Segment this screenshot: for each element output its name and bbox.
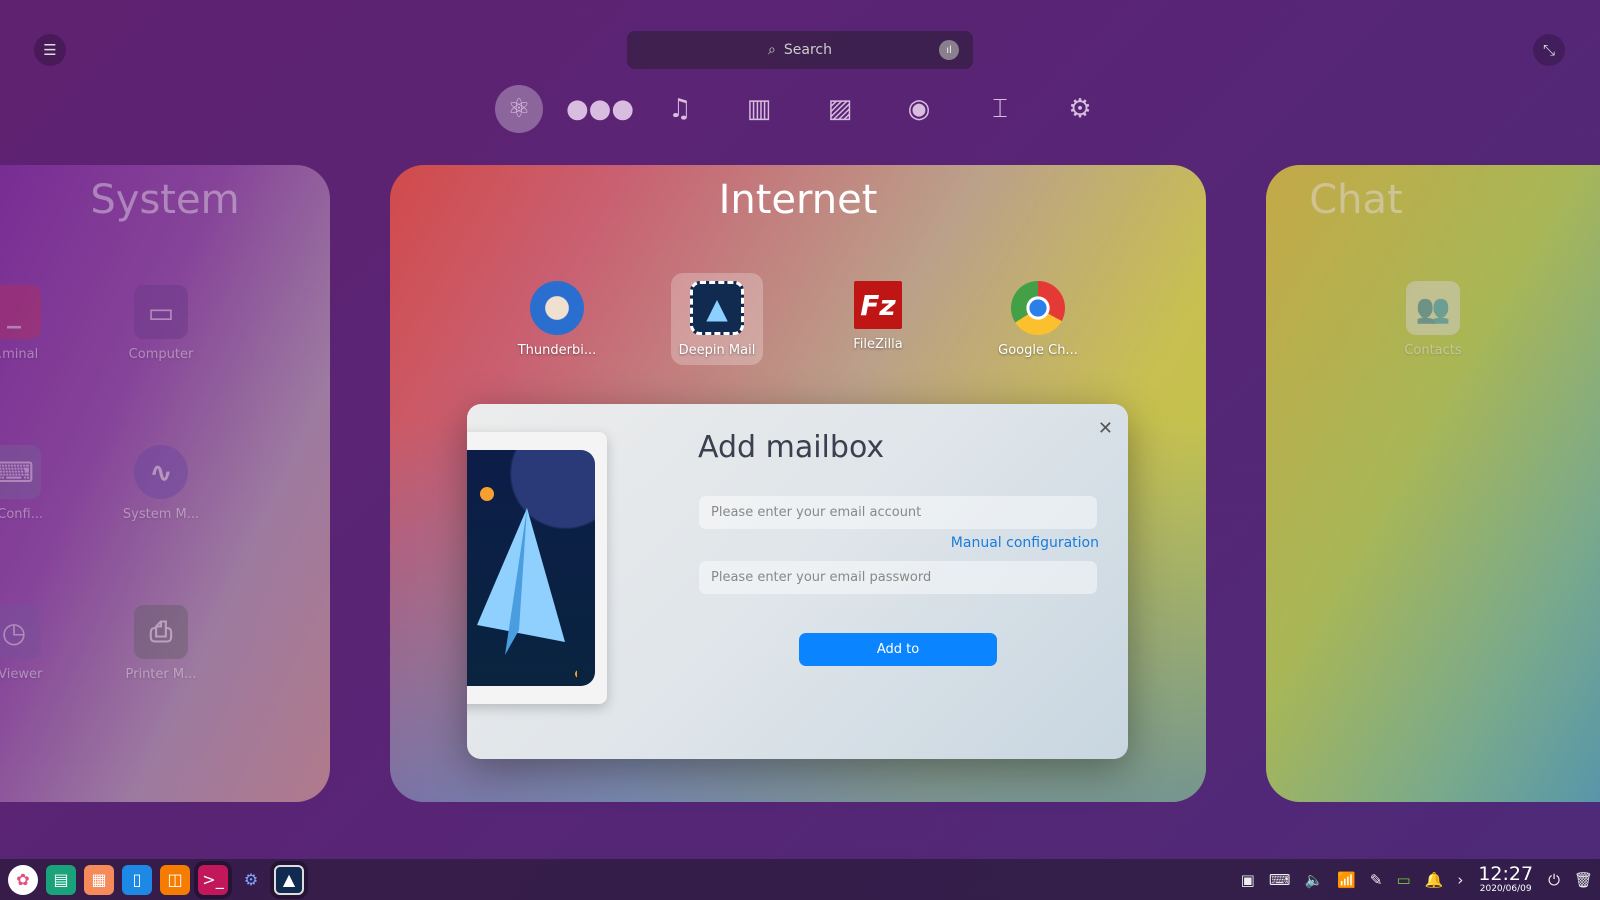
app-thunderbird[interactable]: Thunderbi... (511, 273, 603, 365)
chat-icon: ●●● (565, 94, 635, 124)
computer-icon: ▭ (134, 285, 188, 339)
close-icon[interactable]: ✕ (1098, 418, 1113, 439)
category-internet[interactable]: ⚛ (495, 85, 543, 133)
internet-icon: ⚛ (507, 94, 531, 124)
voice-icon[interactable]: ıl (939, 40, 959, 60)
monitor-wave-icon: ∿ (134, 445, 188, 499)
gamepad-icon: ◉ (907, 94, 931, 124)
add-mailbox-dialog: Add mailbox ✕ Manual configuration Add t… (467, 404, 1128, 759)
film-icon: ▥ (746, 94, 772, 124)
list-icon: ☰ (43, 41, 57, 59)
keyboard-icon: ⌨ (0, 445, 41, 499)
printer-icon: ⎙ (134, 605, 188, 659)
volume-icon[interactable]: 🔈 (1304, 871, 1323, 889)
notification-bell-icon[interactable]: 🔔 (1425, 871, 1444, 889)
app-google-chrome[interactable]: Google Ch... (992, 273, 1084, 365)
manual-configuration-link[interactable]: Manual configuration (951, 535, 1099, 551)
panel-title: Internet (718, 177, 878, 223)
image-icon: ▨ (827, 94, 853, 124)
app-system-monitor[interactable]: ∿ System M... (115, 437, 207, 529)
app-log-viewer[interactable]: ◷...Viewer (0, 597, 60, 689)
exit-fullscreen-icon: ⤡ (1542, 41, 1555, 59)
terminal-icon[interactable]: >_ (198, 864, 228, 895)
view-mode-button[interactable]: ☰ (34, 34, 66, 66)
search-placeholder: Search (783, 42, 832, 58)
log-icon: ◷ (0, 605, 41, 659)
app-deepin-mail[interactable]: ▲ Deepin Mail (671, 273, 763, 365)
app-printer-manager[interactable]: ⎙ Printer M... (115, 597, 207, 689)
deepin-mail-icon[interactable]: ▲ (274, 864, 304, 895)
trash-icon[interactable]: 🗑 (1574, 871, 1593, 889)
deepin-mail-icon: ▲ (690, 281, 744, 335)
power-icon[interactable]: ⏻ (1548, 871, 1560, 889)
presentation-icon: ⌶ (992, 93, 1008, 124)
search-box[interactable]: ⌕ Search ıl (627, 31, 973, 69)
add-to-button[interactable]: Add to (799, 633, 997, 666)
keyboard-icon[interactable]: ⌨ (1269, 871, 1291, 889)
stamp-illustration (467, 432, 607, 704)
file-manager-icon[interactable]: ▯ (122, 864, 152, 895)
store-bag-icon[interactable]: ◫ (160, 864, 190, 895)
filezilla-icon: Fz (854, 281, 902, 329)
clock[interactable]: 12:27 2020/06/09 (1478, 865, 1533, 895)
launcher-icon[interactable]: ✿ (8, 864, 38, 895)
settings-window-icon: ⚙ (1068, 94, 1092, 124)
deepin-mail-tray-icon[interactable]: ▣ (1241, 871, 1255, 889)
category-video[interactable]: ▥ (735, 85, 783, 133)
app-contacts[interactable]: 👥 Contacts (1387, 273, 1479, 365)
pen-icon[interactable]: ✎ (1370, 871, 1383, 889)
category-music[interactable]: ♫ (656, 85, 704, 133)
battery-icon[interactable]: ▭ (1396, 871, 1410, 889)
category-chat[interactable]: ●●● (566, 85, 634, 133)
multitask-view-icon[interactable]: ▤ (46, 864, 76, 895)
category-games[interactable]: ◉ (895, 85, 943, 133)
contacts-icon: 👥 (1406, 281, 1460, 335)
thunderbird-icon (530, 281, 584, 335)
chrome-icon (1011, 281, 1065, 335)
dialog-title: Add mailbox (698, 430, 885, 465)
terminal-icon: _ (0, 285, 41, 339)
panel-title: System (90, 177, 240, 223)
app-computer[interactable]: ▭ Computer (115, 277, 207, 369)
system-panel: System _...minal ▭Computer ⌨...Confi... … (0, 165, 330, 802)
app-terminal[interactable]: _...minal (0, 277, 60, 369)
app-filezilla[interactable]: Fz FileZilla (832, 273, 924, 365)
app-store-icon[interactable]: ▦ (84, 864, 114, 895)
chevron-right-icon[interactable]: › (1457, 871, 1463, 889)
email-password-input[interactable] (699, 561, 1097, 594)
control-center-icon[interactable]: ⚙ (236, 865, 266, 895)
app-input-config[interactable]: ⌨...Confi... (0, 437, 60, 529)
email-account-input[interactable] (699, 496, 1097, 529)
category-system[interactable]: ⚙ (1056, 85, 1104, 133)
music-icon: ♫ (668, 94, 692, 124)
category-office[interactable]: ⌶ (976, 85, 1024, 133)
exit-fullscreen-button[interactable]: ⤡ (1533, 34, 1565, 66)
chat-panel: Chat 👥 Contacts (1266, 165, 1600, 802)
category-graphics[interactable]: ▨ (816, 85, 864, 133)
panel-title: Chat (1309, 177, 1403, 223)
taskbar: ✿ ▤ ▦ ▯ ◫ >_ ⚙ ▲ ▣ ⌨ 🔈 📶 ✎ ▭ 🔔 › 12:27 2… (0, 859, 1600, 900)
wifi-icon[interactable]: 📶 (1337, 871, 1356, 889)
search-icon: ⌕ (768, 42, 776, 58)
